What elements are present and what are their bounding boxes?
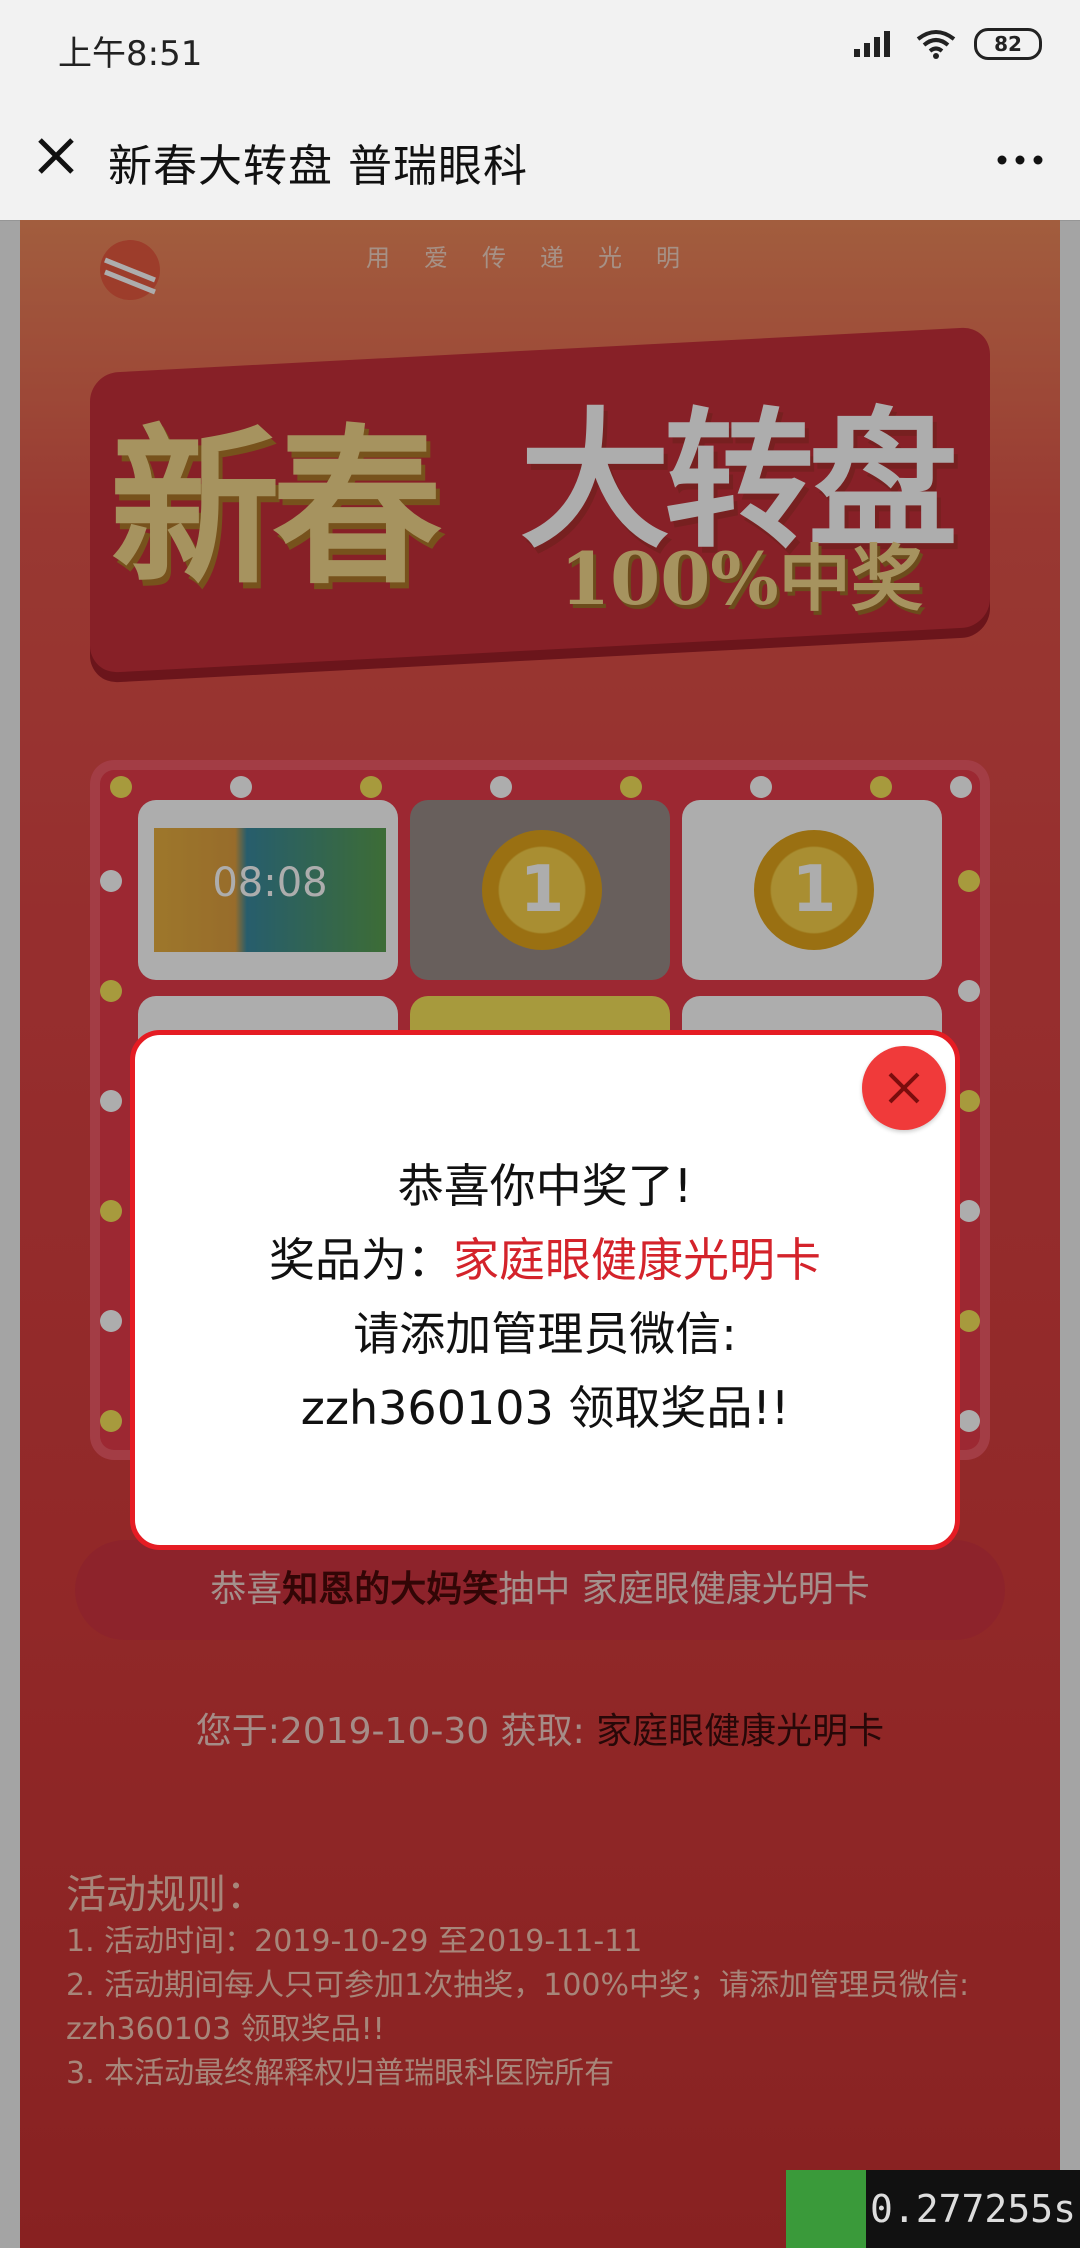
- close-icon: [888, 1072, 920, 1104]
- close-icon[interactable]: [26, 126, 86, 186]
- modal-close-button[interactable]: [862, 1046, 946, 1130]
- status-bar: 上午8:51 82: [0, 0, 1080, 96]
- prize-modal: [130, 1030, 960, 1550]
- timer-readout: 0.277255s: [866, 2170, 1080, 2248]
- modal-prize-line: 奖品为：家庭眼健康光明卡: [269, 1233, 821, 1287]
- status-icons: 82: [854, 28, 1042, 60]
- status-time: 上午8:51: [58, 34, 203, 74]
- battery-indicator: 82: [974, 28, 1042, 60]
- nav-bar: 新春大转盘 普瑞眼科: [0, 96, 1080, 221]
- modal-congrats: 恭喜你中奖了!: [397, 1159, 693, 1213]
- page-title: 新春大转盘 普瑞眼科: [108, 141, 528, 192]
- wifi-icon: [916, 30, 956, 59]
- signal-icon: [854, 31, 890, 57]
- modal-wechat-id: zzh360103 领取奖品!!: [300, 1381, 790, 1435]
- logo-icon: [786, 2170, 866, 2248]
- more-icon[interactable]: [990, 130, 1050, 190]
- modal-wechat-label: 请添加管理员微信:: [353, 1307, 737, 1361]
